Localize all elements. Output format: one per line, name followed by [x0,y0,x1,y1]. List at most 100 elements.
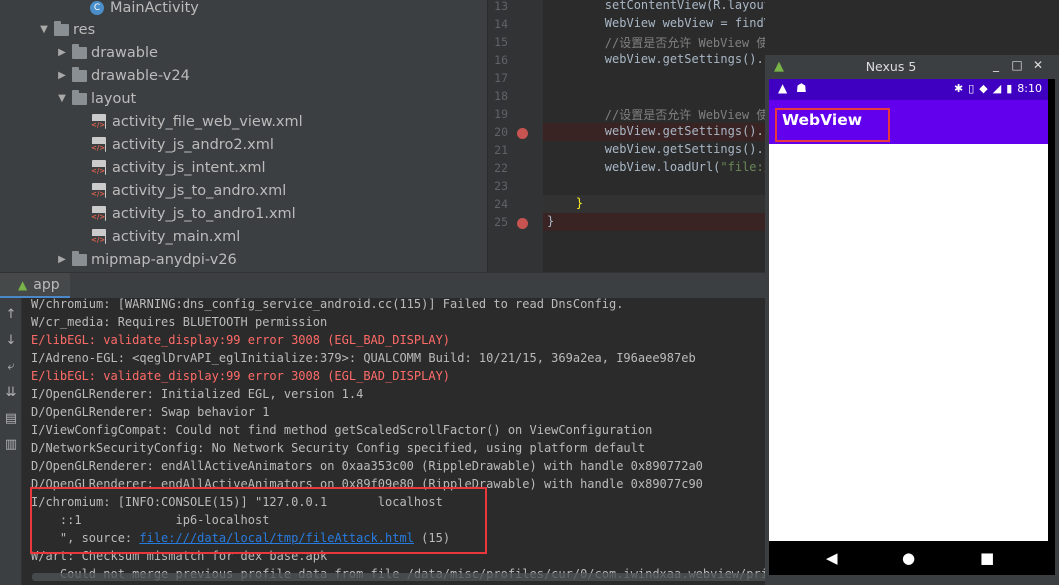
console-line: W/art: Checksum mismatch for dex base.ap… [31,549,328,563]
code-line: WebView webView = findViewById(R.id.Wind… [547,16,765,30]
app-bar: WebView [769,100,1048,144]
webview-content[interactable] [769,144,1048,541]
chevron-right-icon[interactable]: ▶ [56,47,68,58]
line-number: 16 [494,53,508,67]
xml-file-icon [91,183,106,198]
code-line: } [547,214,554,228]
tree-item[interactable]: activity_js_to_andro.xml [91,179,286,202]
android-debug-icon: ☗ [796,81,807,95]
code-line: webView.getSettings().setAllowFileAccess… [547,52,765,66]
close-button[interactable]: ✕ [1029,58,1047,72]
breakpoint-line-highlight [543,213,765,231]
chevron-right-icon[interactable]: ▶ [56,254,68,265]
tree-item[interactable]: ▶ mipmap-anydpi-v26 [56,248,237,271]
maximize-button[interactable]: □ [1008,58,1026,72]
scroll-to-end-icon[interactable]: ⇊ [0,382,22,404]
wifi-icon: ◆ [979,82,988,95]
run-tab-app[interactable]: ▲ app [0,273,70,299]
emulator-title: Nexus 5 [865,59,917,74]
status-icons: ✱ ▯ ◆ ◢ ▮ 8:10 [954,82,1042,95]
breakpoint-icon[interactable] [517,128,528,139]
editor-gutter: 13 14 15 16 17 18 19 20 21 22 23 24 25 [487,0,543,272]
line-number: 24 [494,197,508,211]
minimize-button[interactable]: _ [987,58,1005,72]
code-text: webView.loadUrl( [547,160,721,174]
code-line: setContentView(R.layout.activity_file_we… [547,0,765,12]
class-icon: C [90,0,104,15]
line-number: 13 [494,0,508,13]
tree-item-label: activity_js_andro2.xml [112,136,274,153]
code-comment: //设置是否允许 WebView 使用 JavaScript [604,108,765,122]
android-icon: ▲ [18,277,28,292]
code-text: WebView webView = findViewById(R.id. [604,16,765,30]
folder-icon [72,66,87,82]
tree-item[interactable]: ▶ drawable-v24 [56,64,190,87]
xml-file-icon [91,160,106,175]
folder-icon [72,43,87,59]
xml-file-icon [91,137,106,152]
console-line: D/OpenGLRenderer: Swap behavior 1 [31,405,270,419]
back-icon[interactable]: ◀ [826,549,838,567]
soft-wrap-icon[interactable]: ⤶ [0,356,22,378]
code-line: webView.getSettings().setAllowFileAccess… [547,142,765,156]
tree-item-label: MainActivity [110,0,199,16]
tree-item[interactable]: activity_main.xml [91,225,241,248]
home-icon[interactable]: ● [902,549,915,567]
chevron-right-icon[interactable]: ▶ [56,70,68,81]
scroll-up-icon[interactable]: ↑ [0,304,22,326]
console-line: W/cr_media: Requires BLUETOOTH permissio… [31,315,328,329]
console-line: I/ViewConfigCompat: Could not find metho… [31,423,653,437]
nav-bar: ◀ ● ■ [769,541,1048,575]
tree-item-label: activity_main.xml [112,228,241,245]
console-line: ::1 ip6-localhost [31,513,270,527]
console-output[interactable]: W/chromium: [WARNING:dns_config_service_… [22,298,765,585]
trash-icon[interactable]: ▥ [0,434,22,456]
tree-item[interactable]: activity_js_to_andro1.xml [91,202,296,225]
console-line: I/OpenGLRenderer: Initialized EGL, versi… [31,387,364,401]
code-text: webView.getSettings().setAllowFileAccess… [604,142,765,156]
tree-item[interactable]: activity_file_web_view.xml [91,110,303,133]
folder-icon [72,89,87,105]
tree-item-label: drawable-v24 [91,67,190,84]
console-line: D/OpenGLRenderer: endAllActiveAnimators … [31,477,703,491]
code-line: } [547,196,583,210]
code-text: setContentView(R.layout. [547,0,765,12]
breakpoint-icon[interactable] [517,218,528,229]
tree-item[interactable]: C MainActivity [90,0,199,19]
chevron-down-icon[interactable]: ▼ [38,24,50,35]
console-line: I/chromium: [INFO:CONSOLE(15)] "127.0.0.… [31,495,443,509]
tree-item-label: activity_file_web_view.xml [112,113,303,130]
console-text: (15) [413,531,451,545]
tree-item[interactable]: activity_js_andro2.xml [91,133,274,156]
tree-item-label: drawable [91,44,158,61]
code-editor[interactable]: setContentView(R.layout.activity_file_we… [543,0,765,272]
console-text: ", source: [31,531,140,545]
tree-item-label: activity_js_to_andro1.xml [112,205,296,222]
run-panel-header: ▲ app [0,272,765,299]
scroll-down-icon[interactable]: ↓ [0,330,22,352]
code-string: "file:///data/local/tmp/fileAttack.html" [720,160,765,174]
emulator-titlebar: ▲ Nexus 5 _ □ ✕ [765,55,1059,79]
xml-file-icon [91,229,106,244]
file-link[interactable]: file:///data/local/tmp/fileAttack.html [139,531,414,545]
recents-icon[interactable]: ■ [980,549,994,567]
xml-file-icon [91,114,106,129]
status-bar: ▲ ☗ ✱ ▯ ◆ ◢ ▮ 8:10 [769,79,1048,100]
console-line: I/Adreno-EGL: <qeglDrvAPI_eglInitialize:… [31,351,696,365]
console-line: D/NetworkSecurityConfig: No Network Secu… [31,441,646,455]
code-text: webView.getSettings().setJavaScriptEnabl… [604,124,765,138]
tree-item[interactable]: ▶ drawable [56,41,158,64]
tree-item-label: mipmap-anydpi-v26 [91,251,237,268]
code-text: webView.getSettings().setAllowFileAccess… [604,52,765,66]
chevron-down-icon[interactable]: ▼ [56,93,68,104]
folder-icon [72,250,87,266]
console-horizontal-scrollbar[interactable] [32,573,765,581]
tree-item[interactable]: ▼ layout [56,87,136,110]
code-line: webView.loadUrl("file:///data/local/tmp/… [547,160,765,174]
warning-icon: ▲ [778,81,788,95]
tree-item[interactable]: activity_js_intent.xml [91,156,266,179]
vibrate-icon: ▯ [968,82,975,95]
print-icon[interactable]: ▤ [0,408,22,430]
tree-item[interactable]: ▼ res [38,18,95,41]
line-number: 19 [494,107,508,121]
